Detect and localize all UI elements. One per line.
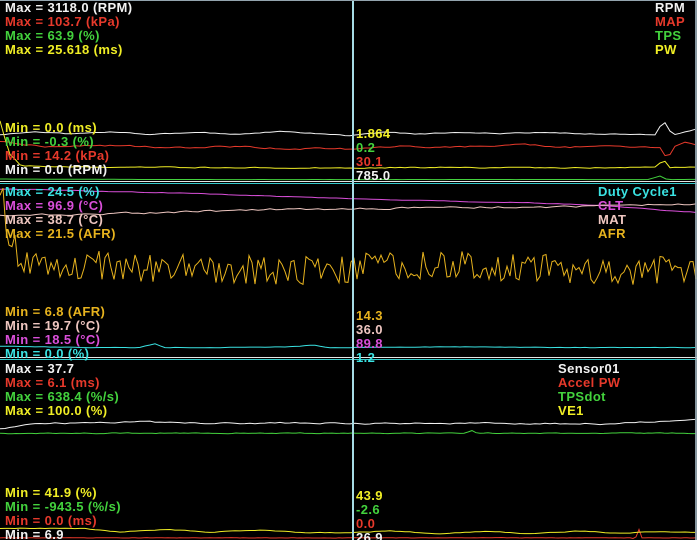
labels-mat[interactable]: MAT	[598, 213, 677, 227]
cur-map: 30.1	[356, 155, 391, 169]
min-ve1: Min = 41.9 (%)	[5, 486, 121, 500]
labels-clt[interactable]: CLT	[598, 199, 677, 213]
cur-tpsdot: -2.6	[356, 503, 383, 517]
labels-tpsdot[interactable]: TPSdot	[558, 390, 620, 404]
max-tps: Max = 63.9 (%)	[5, 29, 133, 43]
cur-rpm: 785.0	[356, 169, 391, 183]
pane2-channel-names: Duty Cycle1CLTMATAFR	[598, 185, 677, 241]
min-map: Min = 14.2 (kPa)	[5, 149, 109, 163]
max-duty-cycle1: Max = 24.5 (%)	[5, 185, 116, 199]
min-sensor01: Min = 6.9	[5, 528, 121, 540]
max-map: Max = 103.7 (kPa)	[5, 15, 133, 29]
pane-divider-1-accent	[0, 183, 697, 184]
pane2-min-values: Min = 6.8 (AFR)Min = 19.7 (°C)Min = 18.5…	[5, 305, 105, 361]
labels-sensor01[interactable]: Sensor01	[558, 362, 620, 376]
min-duty-cycle1: Min = 0.0 (%)	[5, 347, 105, 361]
min-tpsdot: Min = -943.5 (%/s)	[5, 500, 121, 514]
max-pw: Max = 25.618 (ms)	[5, 43, 133, 57]
max-tpsdot: Max = 638.4 (%/s)	[5, 390, 119, 404]
time-cursor-line[interactable]	[352, 0, 354, 540]
cur-clt: 89.8	[356, 337, 383, 351]
min-afr: Min = 6.8 (AFR)	[5, 305, 105, 319]
pane3-cursor-values: 43.9-2.60.026.9	[356, 489, 383, 540]
max-rpm: Max = 3118.0 (RPM)	[5, 1, 133, 15]
labels-map[interactable]: MAP	[655, 15, 685, 29]
pane3-min-values: Min = 41.9 (%)Min = -943.5 (%/s)Min = 0.…	[5, 486, 121, 540]
pane2-max-values: Max = 24.5 (%)Max = 96.9 (°C)Max = 38.7 …	[5, 185, 116, 241]
pane-divider-1	[0, 181, 697, 182]
min-rpm: Min = 0.0 (RPM)	[5, 163, 109, 177]
cur-accel-pw: 0.0	[356, 517, 383, 531]
labels-rpm[interactable]: RPM	[655, 1, 685, 15]
max-mat: Max = 38.7 (°C)	[5, 213, 116, 227]
max-accel-pw: Max = 6.1 (ms)	[5, 376, 119, 390]
labels-ve1[interactable]: VE1	[558, 404, 620, 418]
log-viewer-graph[interactable]: Max = 3118.0 (RPM)Max = 103.7 (kPa)Max =…	[0, 0, 697, 540]
pane2-cursor-values: 14.336.089.81.2	[356, 309, 383, 365]
cur-mat: 36.0	[356, 323, 383, 337]
cur-tps: 0.2	[356, 141, 391, 155]
pane1-cursor-values: 1.8640.230.1785.0	[356, 127, 391, 183]
max-clt: Max = 96.9 (°C)	[5, 199, 116, 213]
trace-tpsdot	[0, 431, 696, 434]
min-tps: Min = -0.3 (%)	[5, 135, 109, 149]
labels-pw[interactable]: PW	[655, 43, 685, 57]
min-clt: Min = 18.5 (°C)	[5, 333, 105, 347]
cur-ve1: 43.9	[356, 489, 383, 503]
pane3-max-values: Max = 37.7Max = 6.1 (ms)Max = 638.4 (%/s…	[5, 362, 119, 418]
labels-accel-pw[interactable]: Accel PW	[558, 376, 620, 390]
labels-duty-cycle1[interactable]: Duty Cycle1	[598, 185, 677, 199]
trace-plot-area[interactable]	[0, 0, 697, 540]
max-afr: Max = 21.5 (AFR)	[5, 227, 116, 241]
pane3-channel-names: Sensor01Accel PWTPSdotVE1	[558, 362, 620, 418]
cur-duty-cycle1: 1.2	[356, 351, 383, 365]
labels-afr[interactable]: AFR	[598, 227, 677, 241]
labels-tps[interactable]: TPS	[655, 29, 685, 43]
pane1-channel-names: RPMMAPTPSPW	[655, 1, 685, 57]
pane1-min-values: Min = 0.0 (ms)Min = -0.3 (%)Min = 14.2 (…	[5, 121, 109, 177]
cur-afr: 14.3	[356, 309, 383, 323]
min-mat: Min = 19.7 (°C)	[5, 319, 105, 333]
pane1-max-values: Max = 3118.0 (RPM)Max = 103.7 (kPa)Max =…	[5, 1, 133, 57]
min-pw: Min = 0.0 (ms)	[5, 121, 109, 135]
max-ve1: Max = 100.0 (%)	[5, 404, 119, 418]
window-top-edge	[0, 0, 697, 1]
min-accel-pw: Min = 0.0 (ms)	[5, 514, 121, 528]
max-sensor01: Max = 37.7	[5, 362, 119, 376]
cur-pw: 1.864	[356, 127, 391, 141]
cur-sensor01: 26.9	[356, 531, 383, 540]
trace-sensor01	[0, 419, 695, 428]
